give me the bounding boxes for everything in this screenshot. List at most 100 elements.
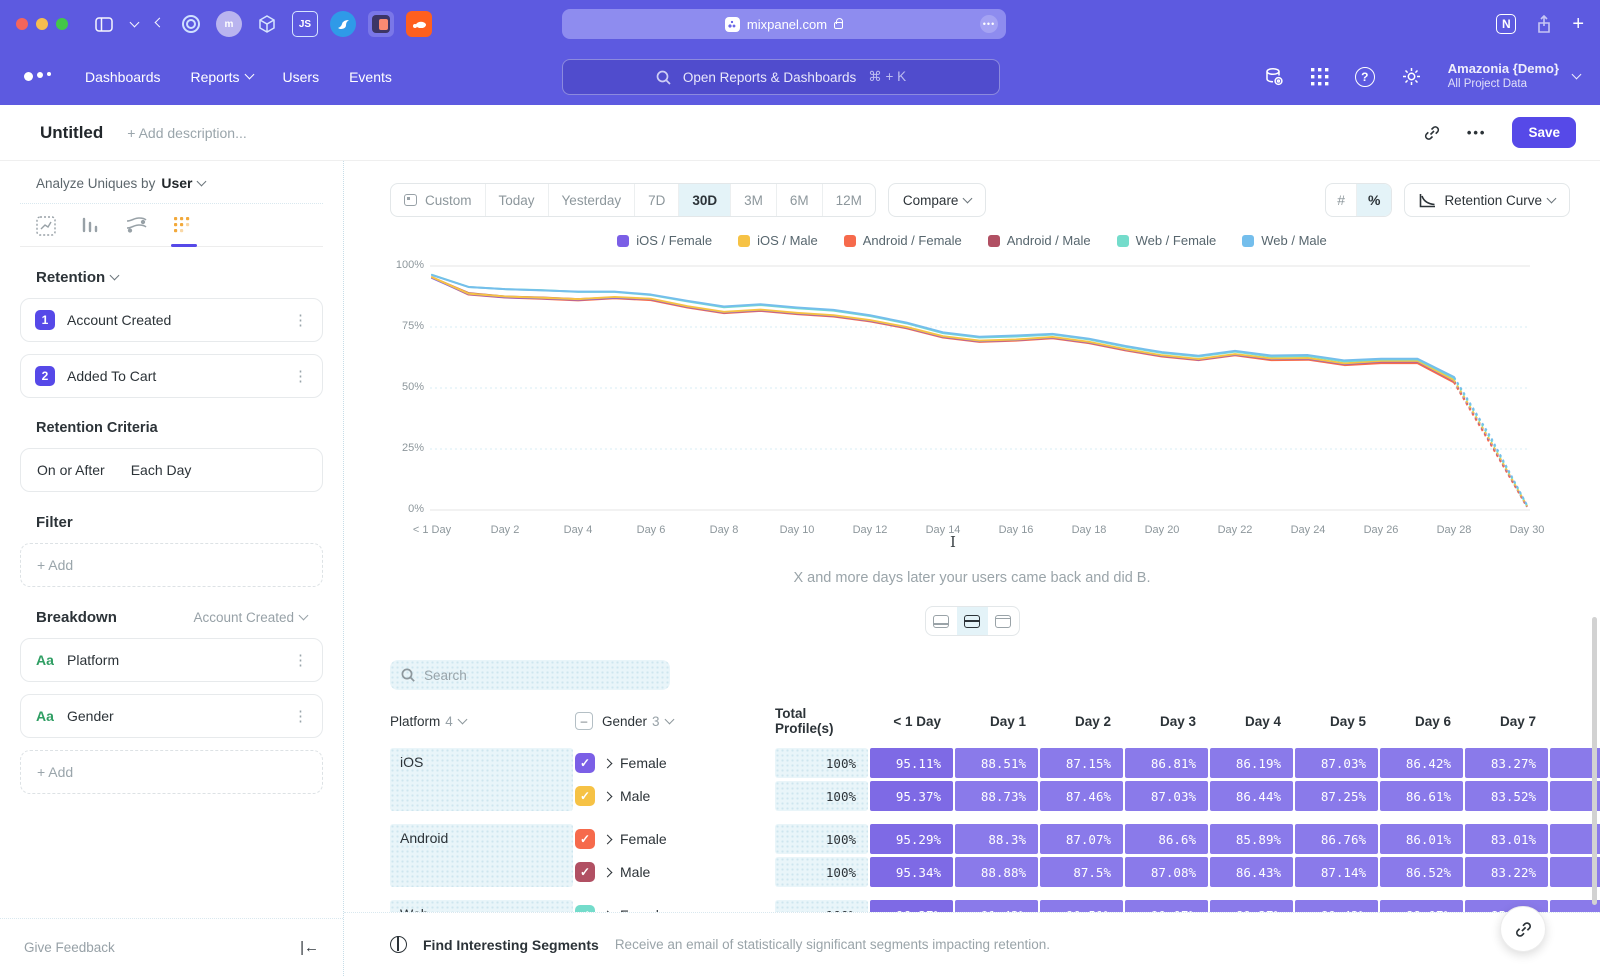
range-today[interactable]: Today [486,184,549,216]
extension-soundcloud-icon[interactable] [406,11,432,37]
segments-title[interactable]: Find Interesting Segments [423,937,599,953]
step-options-icon[interactable]: ⋮ [293,369,308,384]
settings-gear-icon[interactable] [1401,66,1422,87]
vertical-scrollbar-thumb[interactable] [1592,617,1597,905]
retention-value-cell[interactable]: 86.19% [1210,748,1293,778]
gender-checkbox[interactable]: ✓ [575,786,595,806]
breakdown-options-icon[interactable]: ⋮ [293,709,308,724]
minimize-window-button[interactable] [36,18,48,30]
share-link-fab[interactable] [1500,906,1546,952]
retention-value-cell[interactable]: 83.52% [1465,781,1548,811]
gender-column-header[interactable]: – Gender3 [575,712,773,730]
save-button[interactable]: Save [1512,117,1576,148]
gender-checkbox[interactable]: ✓ [575,862,595,882]
retention-value-cell[interactable]: 95.34% [870,857,953,887]
add-description-field[interactable]: + Add description... [127,125,246,141]
give-feedback-link[interactable]: Give Feedback [24,940,115,955]
day-column-header[interactable]: Day 2 [1040,714,1123,729]
new-tab-icon[interactable]: + [1572,14,1584,34]
retention-step-1[interactable]: 1 Account Created ⋮ [20,298,323,342]
extension-cube-icon[interactable] [254,11,280,37]
layout-table-focus-button[interactable] [988,607,1019,635]
retention-value-cell[interactable]: 95.29% [870,824,953,854]
percent-mode-button[interactable]: % [1357,184,1391,216]
retention-value-cell[interactable]: 83.22% [1465,857,1548,887]
retention-value-cell[interactable]: 88.3% [955,824,1038,854]
breakdown-options-icon[interactable]: ⋮ [293,653,308,668]
extension-m-icon[interactable]: m [216,11,242,37]
expand-row-icon[interactable] [603,834,613,844]
day-column-header[interactable]: Day 1 [955,714,1038,729]
breakdown-scope-dropdown[interactable]: Account Created [193,610,307,625]
criteria-interval[interactable]: Each Day [131,462,192,478]
gender-checkbox[interactable]: ✓ [575,753,595,773]
day-column-header[interactable]: Day 5 [1295,714,1378,729]
nav-item-events[interactable]: Events [349,69,392,85]
retention-value-cell[interactable]: 86.6% [1125,824,1208,854]
expand-row-icon[interactable] [603,867,613,877]
absolute-mode-button[interactable]: # [1326,184,1357,216]
legend-item[interactable]: Web / Male [1242,233,1327,248]
add-breakdown-button[interactable]: + Add [20,750,323,794]
url-bar[interactable]: mixpanel.com ••• [562,9,1006,39]
layout-split-button[interactable] [957,607,988,635]
day-column-header[interactable]: < 1 Day [870,714,953,729]
retention-value-cell[interactable]: 88.88% [955,857,1038,887]
breakdown-gender[interactable]: Aa Gender ⋮ [20,694,323,738]
select-all-checkbox[interactable]: – [575,712,593,730]
retention-value-cell[interactable]: 86.44% [1210,781,1293,811]
more-options-icon[interactable]: ••• [1467,125,1487,140]
nav-item-dashboards[interactable]: Dashboards [85,69,161,85]
legend-item[interactable]: iOS / Male [738,233,818,248]
retention-value-cell[interactable]: 87.03% [1295,748,1378,778]
criteria-mode[interactable]: On or After [37,462,105,478]
back-icon[interactable] [156,21,163,28]
chart-type-dropdown[interactable]: Retention Curve [1404,183,1570,217]
extension-bird-icon[interactable] [330,11,356,37]
retention-value-cell[interactable]: 86.01% [1380,824,1463,854]
notion-icon[interactable]: N [1496,14,1516,34]
retention-value-cell[interactable]: 87.03% [1125,781,1208,811]
maximize-window-button[interactable] [56,18,68,30]
extension-target-icon[interactable] [178,11,204,37]
retention-step-2[interactable]: 2 Added To Cart ⋮ [20,354,323,398]
legend-item[interactable]: iOS / Female [617,233,712,248]
day-column-header[interactable]: Day 6 [1380,714,1463,729]
retention-criteria-selector[interactable]: On or After Each Day [20,448,323,492]
help-icon[interactable]: ? [1355,67,1375,87]
day-column-header[interactable]: Day 7 [1465,714,1548,729]
range-7d[interactable]: 7D [635,184,679,216]
retention-value-cell[interactable]: 85.89% [1210,824,1293,854]
retention-value-cell[interactable]: 87.5% [1040,857,1123,887]
data-management-icon[interactable] [1263,66,1285,88]
retention-value-cell[interactable]: 88.51% [955,748,1038,778]
browser-sidebar-icon[interactable] [95,17,113,32]
retention-value-cell[interactable]: 86.61% [1380,781,1463,811]
legend-item[interactable]: Android / Female [844,233,962,248]
org-switcher[interactable]: Amazonia {Demo}All Project Data [1448,61,1580,92]
global-search[interactable]: Open Reports & Dashboards ⌘ + K [562,59,1000,95]
window-controls[interactable] [16,18,68,30]
collapse-sidebar-icon[interactable]: |← [300,939,319,956]
nav-item-users[interactable]: Users [283,69,320,85]
expand-row-icon[interactable] [603,791,613,801]
retention-value-cell[interactable]: 83.01% [1465,824,1548,854]
tab-insights[interactable] [36,216,56,246]
range-12m[interactable]: 12M [823,184,875,216]
gender-checkbox[interactable]: ✓ [575,829,595,849]
apps-grid-icon[interactable] [1311,68,1329,86]
retention-value-cell[interactable]: 87.08% [1125,857,1208,887]
retention-value-cell[interactable]: 86.52% [1380,857,1463,887]
range-custom[interactable]: Custom [391,184,486,216]
range-yesterday[interactable]: Yesterday [549,184,636,216]
nav-item-reports[interactable]: Reports [191,69,253,85]
legend-item[interactable]: Web / Female [1117,233,1217,248]
mixpanel-logo-icon[interactable] [24,72,51,81]
add-filter-button[interactable]: + Add [20,543,323,587]
retention-value-cell[interactable]: 87.15% [1040,748,1123,778]
total-column-header[interactable]: Total Profile(s) [775,706,868,736]
report-title[interactable]: Untitled [40,123,103,143]
layout-chart-focus-button[interactable] [926,607,957,635]
range-3m[interactable]: 3M [731,184,777,216]
tab-retention[interactable] [173,216,192,246]
